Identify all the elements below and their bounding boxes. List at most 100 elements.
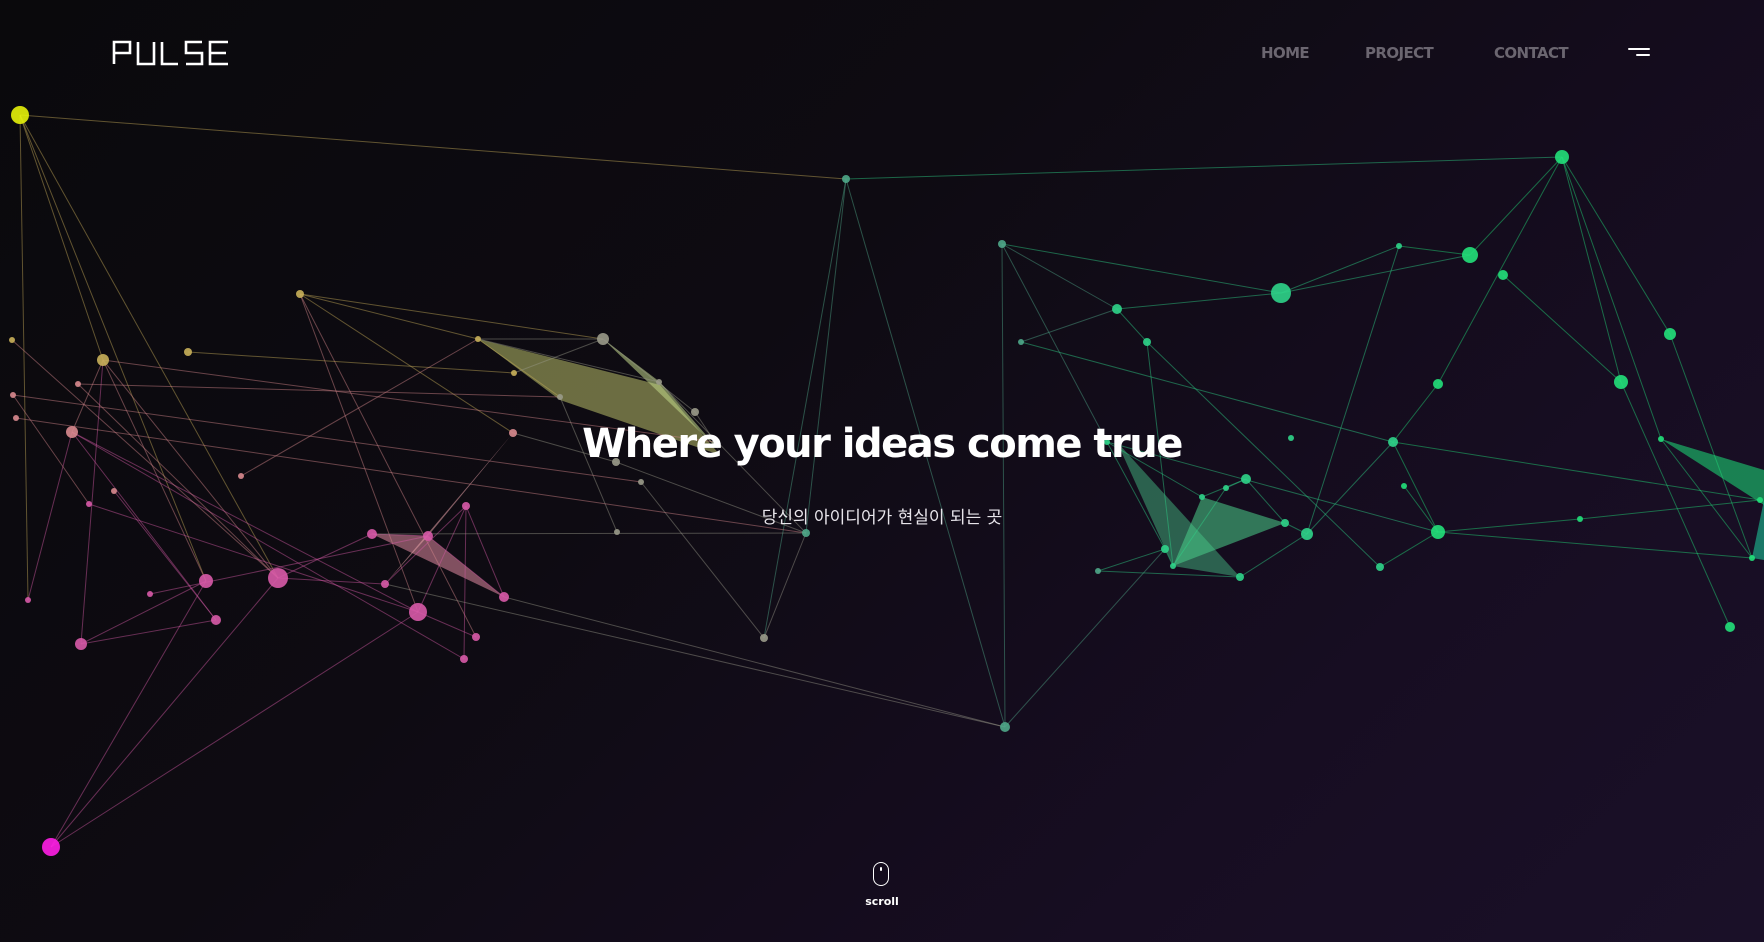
network-node xyxy=(184,348,192,356)
network-node xyxy=(1664,328,1676,340)
network-node xyxy=(75,381,81,387)
hero-title: Where your ideas come true xyxy=(582,421,1183,467)
network-link xyxy=(50,577,279,848)
network-node xyxy=(1462,247,1478,263)
network-link xyxy=(1561,156,1662,440)
network-link xyxy=(763,178,847,639)
network-node xyxy=(9,337,15,343)
network-node xyxy=(614,529,620,535)
network-node xyxy=(268,568,288,588)
network-node xyxy=(1241,474,1251,484)
network-node xyxy=(1143,338,1151,346)
network-link xyxy=(1437,156,1563,385)
network-link xyxy=(503,596,1006,728)
network-node xyxy=(499,592,509,602)
hero-subtitle: 당신의 아이디어가 현실이 되는 곳 xyxy=(761,508,1003,528)
network-link xyxy=(805,178,847,534)
network-link xyxy=(1020,308,1118,343)
network-node xyxy=(1396,243,1402,249)
network-node xyxy=(1555,150,1569,164)
network-node xyxy=(1401,483,1407,489)
network-link xyxy=(77,383,279,579)
network-node xyxy=(511,370,517,376)
network-node xyxy=(1161,545,1169,553)
network-node xyxy=(1112,304,1122,314)
nav-home[interactable]: HOME xyxy=(1261,44,1310,62)
network-link xyxy=(1116,292,1282,310)
network-node xyxy=(998,240,1006,248)
network-node xyxy=(475,336,481,342)
network-link xyxy=(845,156,1563,180)
network-node xyxy=(1018,339,1024,345)
network-link xyxy=(102,359,279,579)
network-link xyxy=(80,619,217,645)
network-link xyxy=(1379,531,1439,568)
network-link xyxy=(384,583,1006,728)
network-link xyxy=(1306,245,1400,535)
network-link xyxy=(463,505,467,660)
site-header: HOME PROJECT CONTACT xyxy=(0,0,1764,110)
network-link xyxy=(1001,243,1282,294)
network-node xyxy=(1614,375,1628,389)
network-node xyxy=(1199,494,1205,500)
hamburger-menu-icon[interactable] xyxy=(1626,46,1650,60)
network-node xyxy=(1170,563,1176,569)
network-node xyxy=(1301,528,1313,540)
network-node xyxy=(25,597,31,603)
network-node xyxy=(1725,622,1735,632)
network-node xyxy=(42,838,60,856)
network-node xyxy=(238,473,244,479)
network-node xyxy=(1271,283,1291,303)
network-link xyxy=(19,114,847,180)
network-node xyxy=(802,529,810,537)
network-node xyxy=(147,591,153,597)
main-nav: HOME PROJECT CONTACT xyxy=(0,44,1764,64)
network-link xyxy=(299,293,514,434)
network-link xyxy=(1004,548,1166,728)
network-node xyxy=(423,531,433,541)
nav-contact[interactable]: CONTACT xyxy=(1494,44,1569,62)
network-link xyxy=(1280,254,1471,294)
nav-project[interactable]: PROJECT xyxy=(1365,44,1434,62)
particle-network-background xyxy=(9,106,1764,856)
network-node xyxy=(691,408,699,416)
network-node xyxy=(10,392,16,398)
network-node xyxy=(367,529,377,539)
network-node xyxy=(1749,555,1755,561)
network-node xyxy=(1223,485,1229,491)
network-link xyxy=(1001,243,1006,728)
network-node xyxy=(111,488,117,494)
network-node xyxy=(381,580,389,588)
network-link xyxy=(50,580,207,848)
network-node xyxy=(1433,379,1443,389)
network-node xyxy=(1498,270,1508,280)
network-node xyxy=(1000,722,1010,732)
network-link xyxy=(1280,245,1400,294)
network-link xyxy=(1561,156,1671,335)
network-link xyxy=(77,383,561,398)
network-node xyxy=(472,633,480,641)
network-link xyxy=(50,611,419,848)
network-node xyxy=(296,290,304,298)
network-node xyxy=(199,574,213,588)
network-node xyxy=(656,379,662,385)
network-node xyxy=(842,175,850,183)
mouse-icon xyxy=(873,862,889,886)
network-link xyxy=(1561,156,1622,383)
network-link xyxy=(1437,531,1753,559)
network-link xyxy=(1116,308,1148,343)
network-link xyxy=(763,532,807,639)
network-node xyxy=(557,394,563,400)
network-link xyxy=(277,533,373,579)
network-node xyxy=(638,479,644,485)
landing-page: HOME PROJECT CONTACT Where your ideas co… xyxy=(0,0,1764,942)
network-link xyxy=(102,359,207,582)
scroll-label: scroll xyxy=(865,895,899,908)
network-link xyxy=(417,611,477,638)
scroll-indicator[interactable]: scroll xyxy=(852,862,912,912)
network-node xyxy=(1236,573,1244,581)
network-node xyxy=(760,634,768,642)
network-link xyxy=(1398,245,1471,256)
network-node xyxy=(75,638,87,650)
network-node xyxy=(97,354,109,366)
